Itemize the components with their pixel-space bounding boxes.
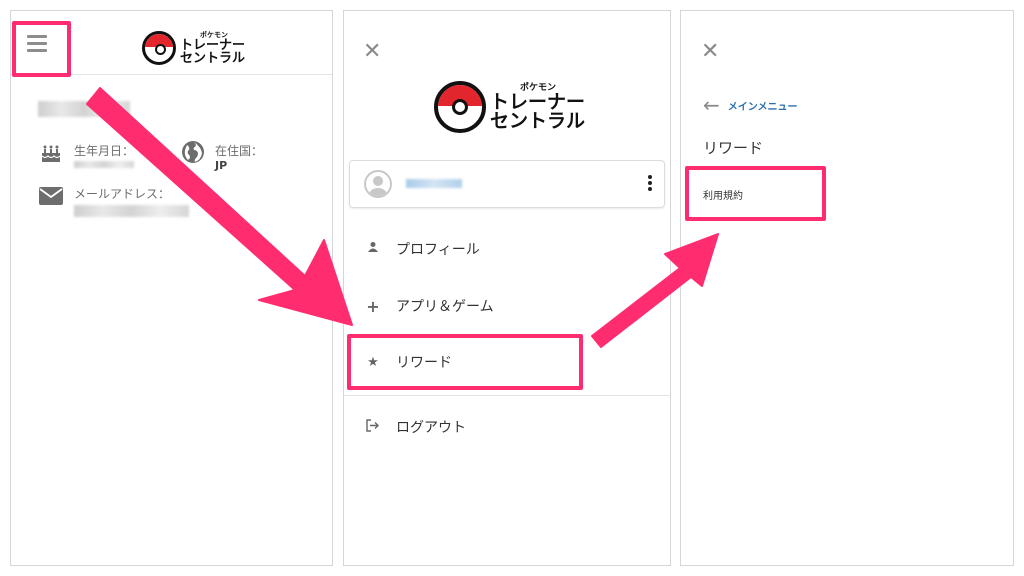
menu-item-logout[interactable]: ログアウト (366, 415, 466, 439)
highlight-box-terms (685, 166, 826, 221)
cake-icon (41, 145, 61, 162)
logout-icon (366, 418, 380, 436)
section-title: リワード (703, 139, 764, 157)
birthday-label: 生年月日： (74, 144, 135, 158)
plus-icon: + (366, 296, 380, 316)
back-to-main-menu[interactable]: ← メインメニュー (703, 95, 797, 115)
more-options-icon[interactable] (648, 175, 652, 193)
highlight-box-menu-button (12, 21, 71, 77)
rewards-submenu-panel: ✕ ← メインメニュー リワード 利用規約 (680, 10, 1014, 566)
envelope-icon (39, 187, 63, 205)
profile-panel: ポケモン トレーナー セントラル 生年月日： 在住国： JP メールアドレス： (10, 10, 333, 566)
username-redacted (38, 101, 130, 117)
country-label: 在住国： (215, 144, 264, 158)
highlight-box-rewards (347, 334, 583, 390)
pokeball-logo-icon (142, 31, 176, 65)
avatar (364, 170, 392, 198)
site-logo[interactable]: ポケモン トレーナー セントラル (434, 81, 585, 133)
pokeball-logo-icon (434, 81, 486, 133)
globe-icon (182, 141, 204, 163)
birthday-redacted (74, 161, 134, 168)
email-label: メールアドレス： (74, 187, 171, 201)
close-icon[interactable]: ✕ (363, 41, 381, 63)
back-arrow-icon: ← (703, 93, 720, 117)
user-card[interactable] (349, 160, 665, 208)
main-menu-panel: ✕ ポケモン トレーナー セントラル プロフィール + アプリ＆ゲーム ★ リワ… (343, 10, 671, 566)
site-logo[interactable]: ポケモン トレーナー セントラル (142, 31, 245, 65)
menu-item-apps-games[interactable]: + アプリ＆ゲーム (366, 294, 493, 318)
person-icon (366, 241, 380, 257)
email-redacted (74, 205, 189, 217)
close-icon[interactable]: ✕ (701, 41, 719, 63)
menu-item-profile[interactable]: プロフィール (366, 237, 480, 261)
country-value: JP (215, 159, 228, 172)
username-redacted (406, 179, 462, 188)
divider (344, 395, 670, 396)
